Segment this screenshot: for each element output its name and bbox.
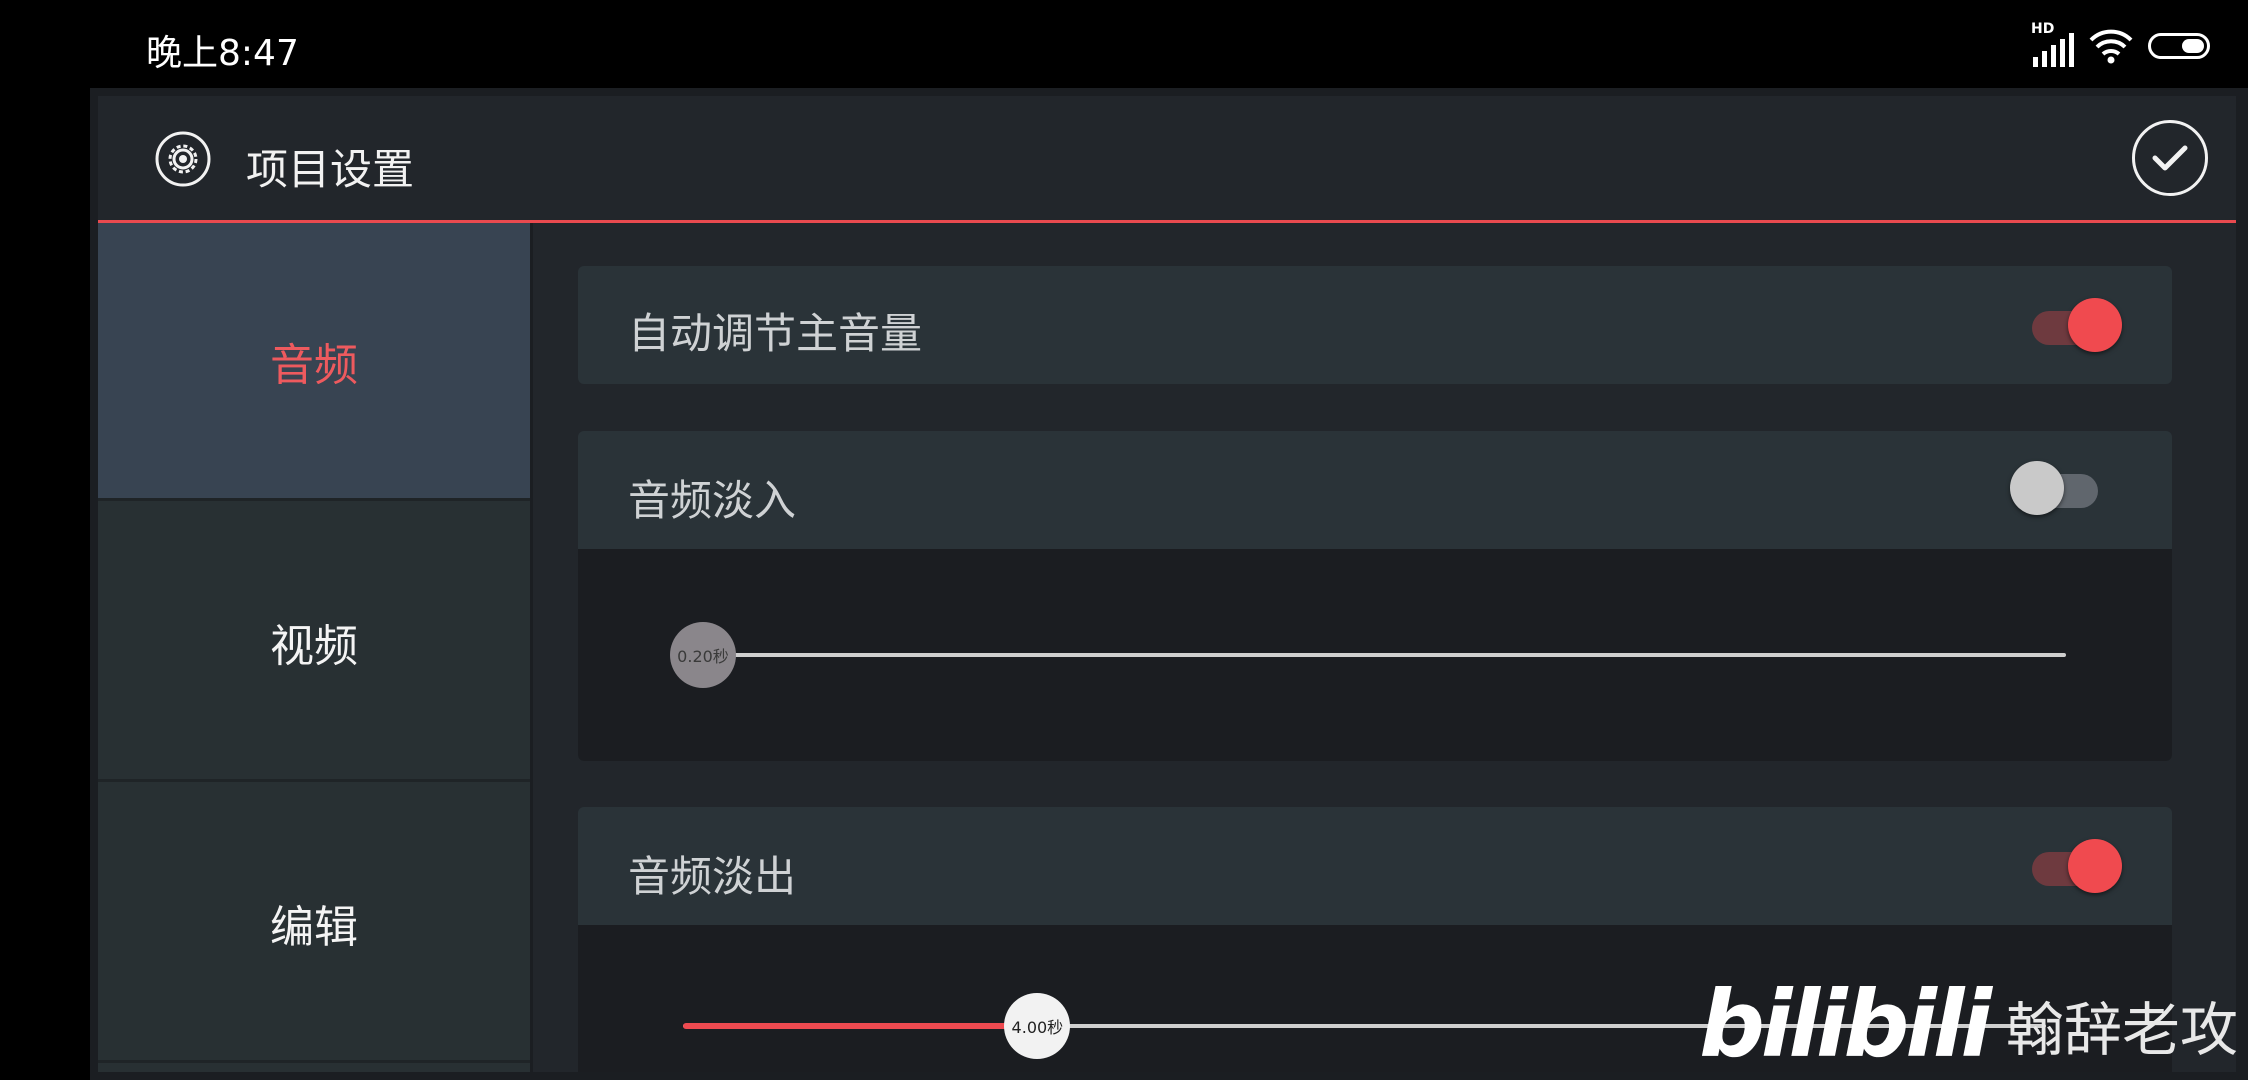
network-badge: HD xyxy=(2031,21,2055,37)
gear-icon xyxy=(155,131,211,187)
battery-icon xyxy=(2148,33,2210,59)
fade-in-panel: 0.20秒 xyxy=(578,549,2172,761)
sidebar-item-audio[interactable]: 音频 xyxy=(98,223,530,501)
sidebar-item-label: 视频 xyxy=(270,620,358,672)
slider-knob[interactable]: 0.20秒 xyxy=(670,622,736,688)
setting-label: 音频淡出 xyxy=(628,852,797,901)
watermark: bilibili 翰辞老攻 xyxy=(1699,971,2238,1078)
confirm-button[interactable] xyxy=(2132,120,2208,196)
status-bar: 晚上8:47 HD xyxy=(0,0,2248,90)
watermark-author: 翰辞老攻 xyxy=(2005,996,2238,1064)
setting-label: 音频淡入 xyxy=(628,476,797,525)
setting-fade-in: 音频淡入 0.20秒 xyxy=(578,431,2172,761)
page-title: 项目设置 xyxy=(246,145,415,194)
sidebar-item-edit[interactable]: 编辑 xyxy=(98,785,530,1063)
setting-label: 自动调节主音量 xyxy=(628,309,923,358)
fade-out-toggle[interactable] xyxy=(2030,839,2122,893)
sidebar-item-video[interactable]: 视频 xyxy=(98,504,530,782)
slider-value: 4.00秒 xyxy=(1011,1018,1064,1037)
toggle-thumb xyxy=(2068,839,2122,893)
toggle-thumb xyxy=(2010,461,2064,515)
wifi-icon xyxy=(2089,29,2133,64)
fade-in-slider[interactable]: 0.20秒 xyxy=(670,620,2066,690)
slider-knob[interactable]: 4.00秒 xyxy=(1004,993,1071,1059)
sidebar-item-label: 音频 xyxy=(270,339,358,391)
settings-content: 自动调节主音量 音频淡入 0.20秒 音频淡出 4.00秒 xyxy=(533,223,2236,1072)
bilibili-logo: bilibili xyxy=(1699,971,1992,1078)
app-window: 项目设置 音频 视频 编辑 自动调节主音量 音频淡入 0.20秒 音频淡出 4.… xyxy=(90,88,2248,1080)
header: 项目设置 xyxy=(98,96,2236,223)
check-icon xyxy=(2152,145,2188,171)
toggle-thumb xyxy=(2068,298,2122,352)
status-time: 晚上8:47 xyxy=(146,33,299,74)
fade-in-toggle[interactable] xyxy=(2010,461,2100,515)
sidebar: 音频 视频 编辑 xyxy=(98,223,533,1072)
sidebar-item-label: 编辑 xyxy=(270,901,358,953)
status-icons: HD xyxy=(2031,21,2210,67)
slider-value: 0.20秒 xyxy=(677,647,729,666)
signal-icon: HD xyxy=(2031,21,2074,67)
app-inner: 项目设置 音频 视频 编辑 自动调节主音量 音频淡入 0.20秒 音频淡出 4.… xyxy=(98,96,2236,1072)
auto-volume-toggle[interactable] xyxy=(2030,298,2122,352)
slider-fill xyxy=(683,1023,1038,1029)
setting-auto-volume: 自动调节主音量 xyxy=(578,266,2172,384)
slider-rail xyxy=(703,653,2066,657)
